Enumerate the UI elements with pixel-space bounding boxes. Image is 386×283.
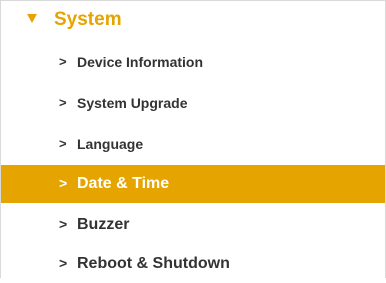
chevron-right-icon: > [59,54,67,69]
menu-item-label: System Upgrade [77,95,188,111]
menu-item-language[interactable]: > Language [1,125,385,163]
caret-down-icon [27,14,37,23]
menu-item-buzzer[interactable]: > Buzzer [1,206,385,244]
menu-item-label: Date & Time [77,175,170,192]
chevron-right-icon: > [59,255,68,271]
menu-item-label: Buzzer [77,216,130,233]
section-title: System [54,9,122,30]
chevron-right-icon: > [59,95,67,110]
section-header-system[interactable]: System [1,1,385,41]
chevron-right-icon: > [59,216,68,232]
chevron-right-icon: > [59,175,68,191]
menu-item-system-upgrade[interactable]: > System Upgrade [1,84,385,122]
chevron-right-icon: > [59,136,67,151]
menu-item-label: Device Information [77,54,204,70]
menu-item-device-information[interactable]: > Device Information [1,43,385,81]
menu-item-date-time[interactable]: > Date & Time [1,165,385,203]
menu-item-label: Language [77,136,144,152]
system-menu-panel: System > Device Information > System Upg… [0,0,386,278]
menu-item-label: Reboot & Shutdown [77,255,230,272]
menu-item-reboot-shutdown[interactable]: > Reboot & Shutdown [1,245,385,283]
